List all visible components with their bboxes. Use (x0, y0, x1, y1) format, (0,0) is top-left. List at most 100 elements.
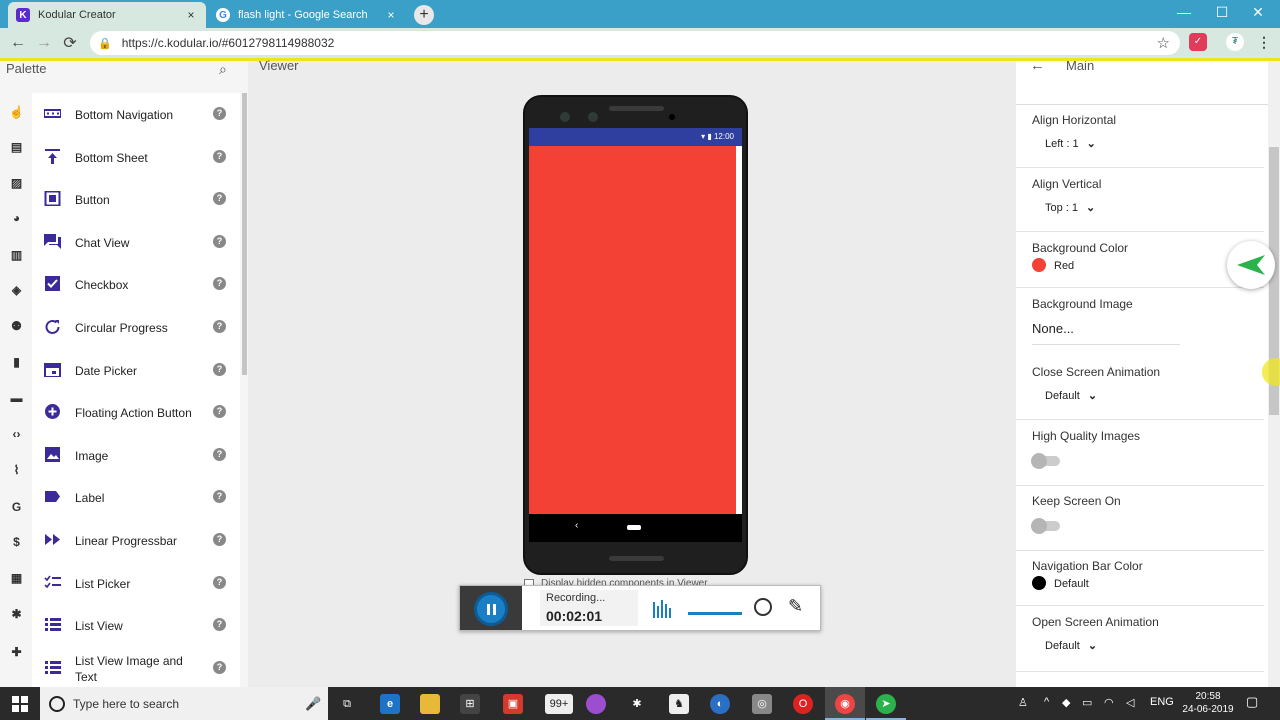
chevron-up-icon[interactable]: ^ (1044, 696, 1049, 708)
extension-icon[interactable]: ₮ (1226, 33, 1244, 51)
photos-icon[interactable]: ◎ (752, 694, 772, 714)
maximize-icon[interactable]: ☐ (1204, 4, 1240, 21)
people-tray-icon[interactable]: ♙ (1018, 696, 1028, 709)
close-window-icon[interactable]: ✕ (1240, 4, 1276, 21)
compass-icon[interactable]: ◈ (9, 283, 24, 298)
menu-kebab-icon[interactable]: ⋮ (1255, 33, 1273, 51)
store-badge-icon[interactable]: 99+ (545, 694, 573, 714)
volume-slider[interactable] (688, 612, 742, 615)
help-icon[interactable]: ? (213, 107, 226, 120)
pause-recording-button[interactable] (474, 592, 508, 626)
volume-icon[interactable]: ◁ (1126, 696, 1134, 709)
tab-kodular-creator[interactable]: K Kodular Creator × (8, 2, 206, 28)
palette-item-bottom-navigation[interactable]: Bottom Navigation? (32, 93, 240, 135)
color-swatch[interactable] (1032, 258, 1046, 272)
color-value[interactable]: Default (1054, 578, 1089, 590)
bookmark-star-icon[interactable]: ☆ (1157, 34, 1170, 52)
help-icon[interactable]: ? (213, 576, 226, 589)
align-horizontal-dropdown[interactable]: Left : 1 ⌄ (1045, 137, 1096, 150)
help-icon[interactable]: ? (213, 192, 226, 205)
bug-icon[interactable]: ✱ (9, 607, 24, 622)
high-quality-toggle[interactable] (1031, 453, 1060, 469)
search-icon[interactable]: ⌕ (219, 61, 227, 78)
help-icon[interactable]: ? (213, 661, 226, 674)
task-view-icon[interactable]: ⧉ (337, 694, 357, 714)
palette-item-label[interactable]: Label? (32, 476, 240, 518)
help-icon[interactable]: ? (213, 363, 226, 376)
palette-item-checkbox[interactable]: Checkbox? (32, 263, 240, 305)
palette-item-bottom-sheet[interactable]: Bottom Sheet? (32, 136, 240, 178)
rss-icon[interactable]: ⌇ (9, 463, 24, 478)
tab-close-icon[interactable]: × (184, 8, 198, 22)
help-icon[interactable]: ? (213, 405, 226, 418)
dropbox-icon[interactable]: ◆ (1062, 696, 1070, 709)
help-icon[interactable]: ? (213, 150, 226, 163)
store-icon[interactable]: ⊞ (460, 694, 480, 714)
people-icon[interactable]: ⚉ (9, 319, 24, 334)
palette-item-list-view-image[interactable]: List View Image and Text? (32, 647, 240, 687)
system-clock[interactable]: 20:58 24-06-2019 (1182, 690, 1234, 716)
align-vertical-dropdown[interactable]: Top : 1 ⌄ (1045, 201, 1095, 214)
minimize-icon[interactable]: — (1166, 4, 1202, 20)
help-icon[interactable]: ? (213, 448, 226, 461)
palette-icon[interactable]: ◕ (9, 211, 24, 226)
palette-item-image[interactable]: Image? (32, 434, 240, 476)
airdroid-icon[interactable]: ➤ (876, 694, 896, 714)
code-icon[interactable]: ‹› (9, 427, 24, 442)
layout-icon[interactable]: ▤ (9, 140, 24, 155)
pocket-extension-icon[interactable]: ✓ (1189, 33, 1207, 51)
address-bar[interactable]: 🔒 https://c.kodular.io/#6012798114988032… (90, 31, 1180, 55)
maps-pin-icon[interactable] (586, 694, 606, 714)
bluetooth-icon[interactable]: ✱ (627, 694, 647, 714)
windows-start-icon[interactable] (12, 696, 28, 712)
back-arrow-icon[interactable]: ← (5, 34, 31, 52)
reload-icon[interactable]: ⟳ (57, 33, 83, 53)
help-icon[interactable]: ? (213, 533, 226, 546)
palette-item-floating-action-button[interactable]: Floating Action Button? (32, 391, 240, 433)
open-animation-dropdown[interactable]: Default ⌄ (1045, 639, 1097, 652)
help-icon[interactable]: ? (213, 277, 226, 290)
palette-item-linear-progressbar[interactable]: Linear Progressbar? (32, 519, 240, 561)
palette-item-chat-view[interactable]: Chat View? (32, 221, 240, 263)
new-tab-button[interactable]: + (414, 5, 434, 25)
dollar-icon[interactable]: $ (9, 535, 24, 550)
close-animation-dropdown[interactable]: Default ⌄ (1045, 389, 1097, 402)
media-player-icon[interactable]: ◐ (710, 694, 730, 714)
palette-item-list-picker[interactable]: List Picker? (32, 562, 240, 604)
phone-screen[interactable] (529, 146, 736, 514)
media-icon[interactable]: ▨ (9, 176, 24, 191)
help-icon[interactable]: ? (213, 320, 226, 333)
back-arrow-icon[interactable]: ← (1030, 61, 1045, 74)
help-icon[interactable]: ? (213, 618, 226, 631)
airdroid-floating-button[interactable] (1227, 241, 1275, 289)
google-icon[interactable]: G (9, 500, 24, 515)
background-image-picker[interactable]: None... (1032, 321, 1180, 345)
palette-item-list-view[interactable]: List View? (32, 604, 240, 646)
microphone-icon[interactable]: 🎤 (305, 696, 321, 712)
webcam-icon[interactable] (754, 598, 772, 616)
palette-scroll-thumb[interactable] (242, 93, 247, 375)
briefcase-icon[interactable]: ▬ (9, 391, 24, 406)
help-icon[interactable]: ? (213, 490, 226, 503)
file-explorer-icon[interactable] (420, 694, 440, 714)
wifi-icon[interactable]: ◠ (1104, 696, 1114, 709)
palette-item-circular-progress[interactable]: Circular Progress? (32, 306, 240, 348)
color-value[interactable]: Red (1054, 260, 1074, 272)
notifications-icon[interactable]: ▢ (1246, 694, 1258, 710)
touch-icon[interactable]: ☝ (9, 105, 24, 120)
pen-draw-icon[interactable]: ✎ (788, 596, 803, 617)
opera-icon[interactable]: O (793, 694, 813, 714)
palette-item-date-picker[interactable]: Date Picker? (32, 349, 240, 391)
forward-arrow-icon[interactable]: → (31, 34, 57, 52)
keep-screen-on-toggle[interactable] (1031, 518, 1060, 534)
puzzle-icon[interactable]: ✚ (9, 645, 24, 660)
network-icon[interactable]: ▭ (1082, 696, 1092, 709)
map-icon[interactable]: ▥ (9, 248, 24, 263)
file-icon[interactable]: ▮ (9, 355, 24, 370)
app-icon[interactable]: ♞ (669, 694, 689, 714)
tab-google-search[interactable]: G flash light - Google Search × (208, 2, 406, 28)
language-indicator[interactable]: ENG (1150, 696, 1174, 708)
taskbar-search[interactable]: Type here to search 🎤 (40, 687, 328, 720)
gift-icon[interactable]: ▣ (503, 694, 523, 714)
widgets-icon[interactable]: ▦ (9, 571, 24, 586)
